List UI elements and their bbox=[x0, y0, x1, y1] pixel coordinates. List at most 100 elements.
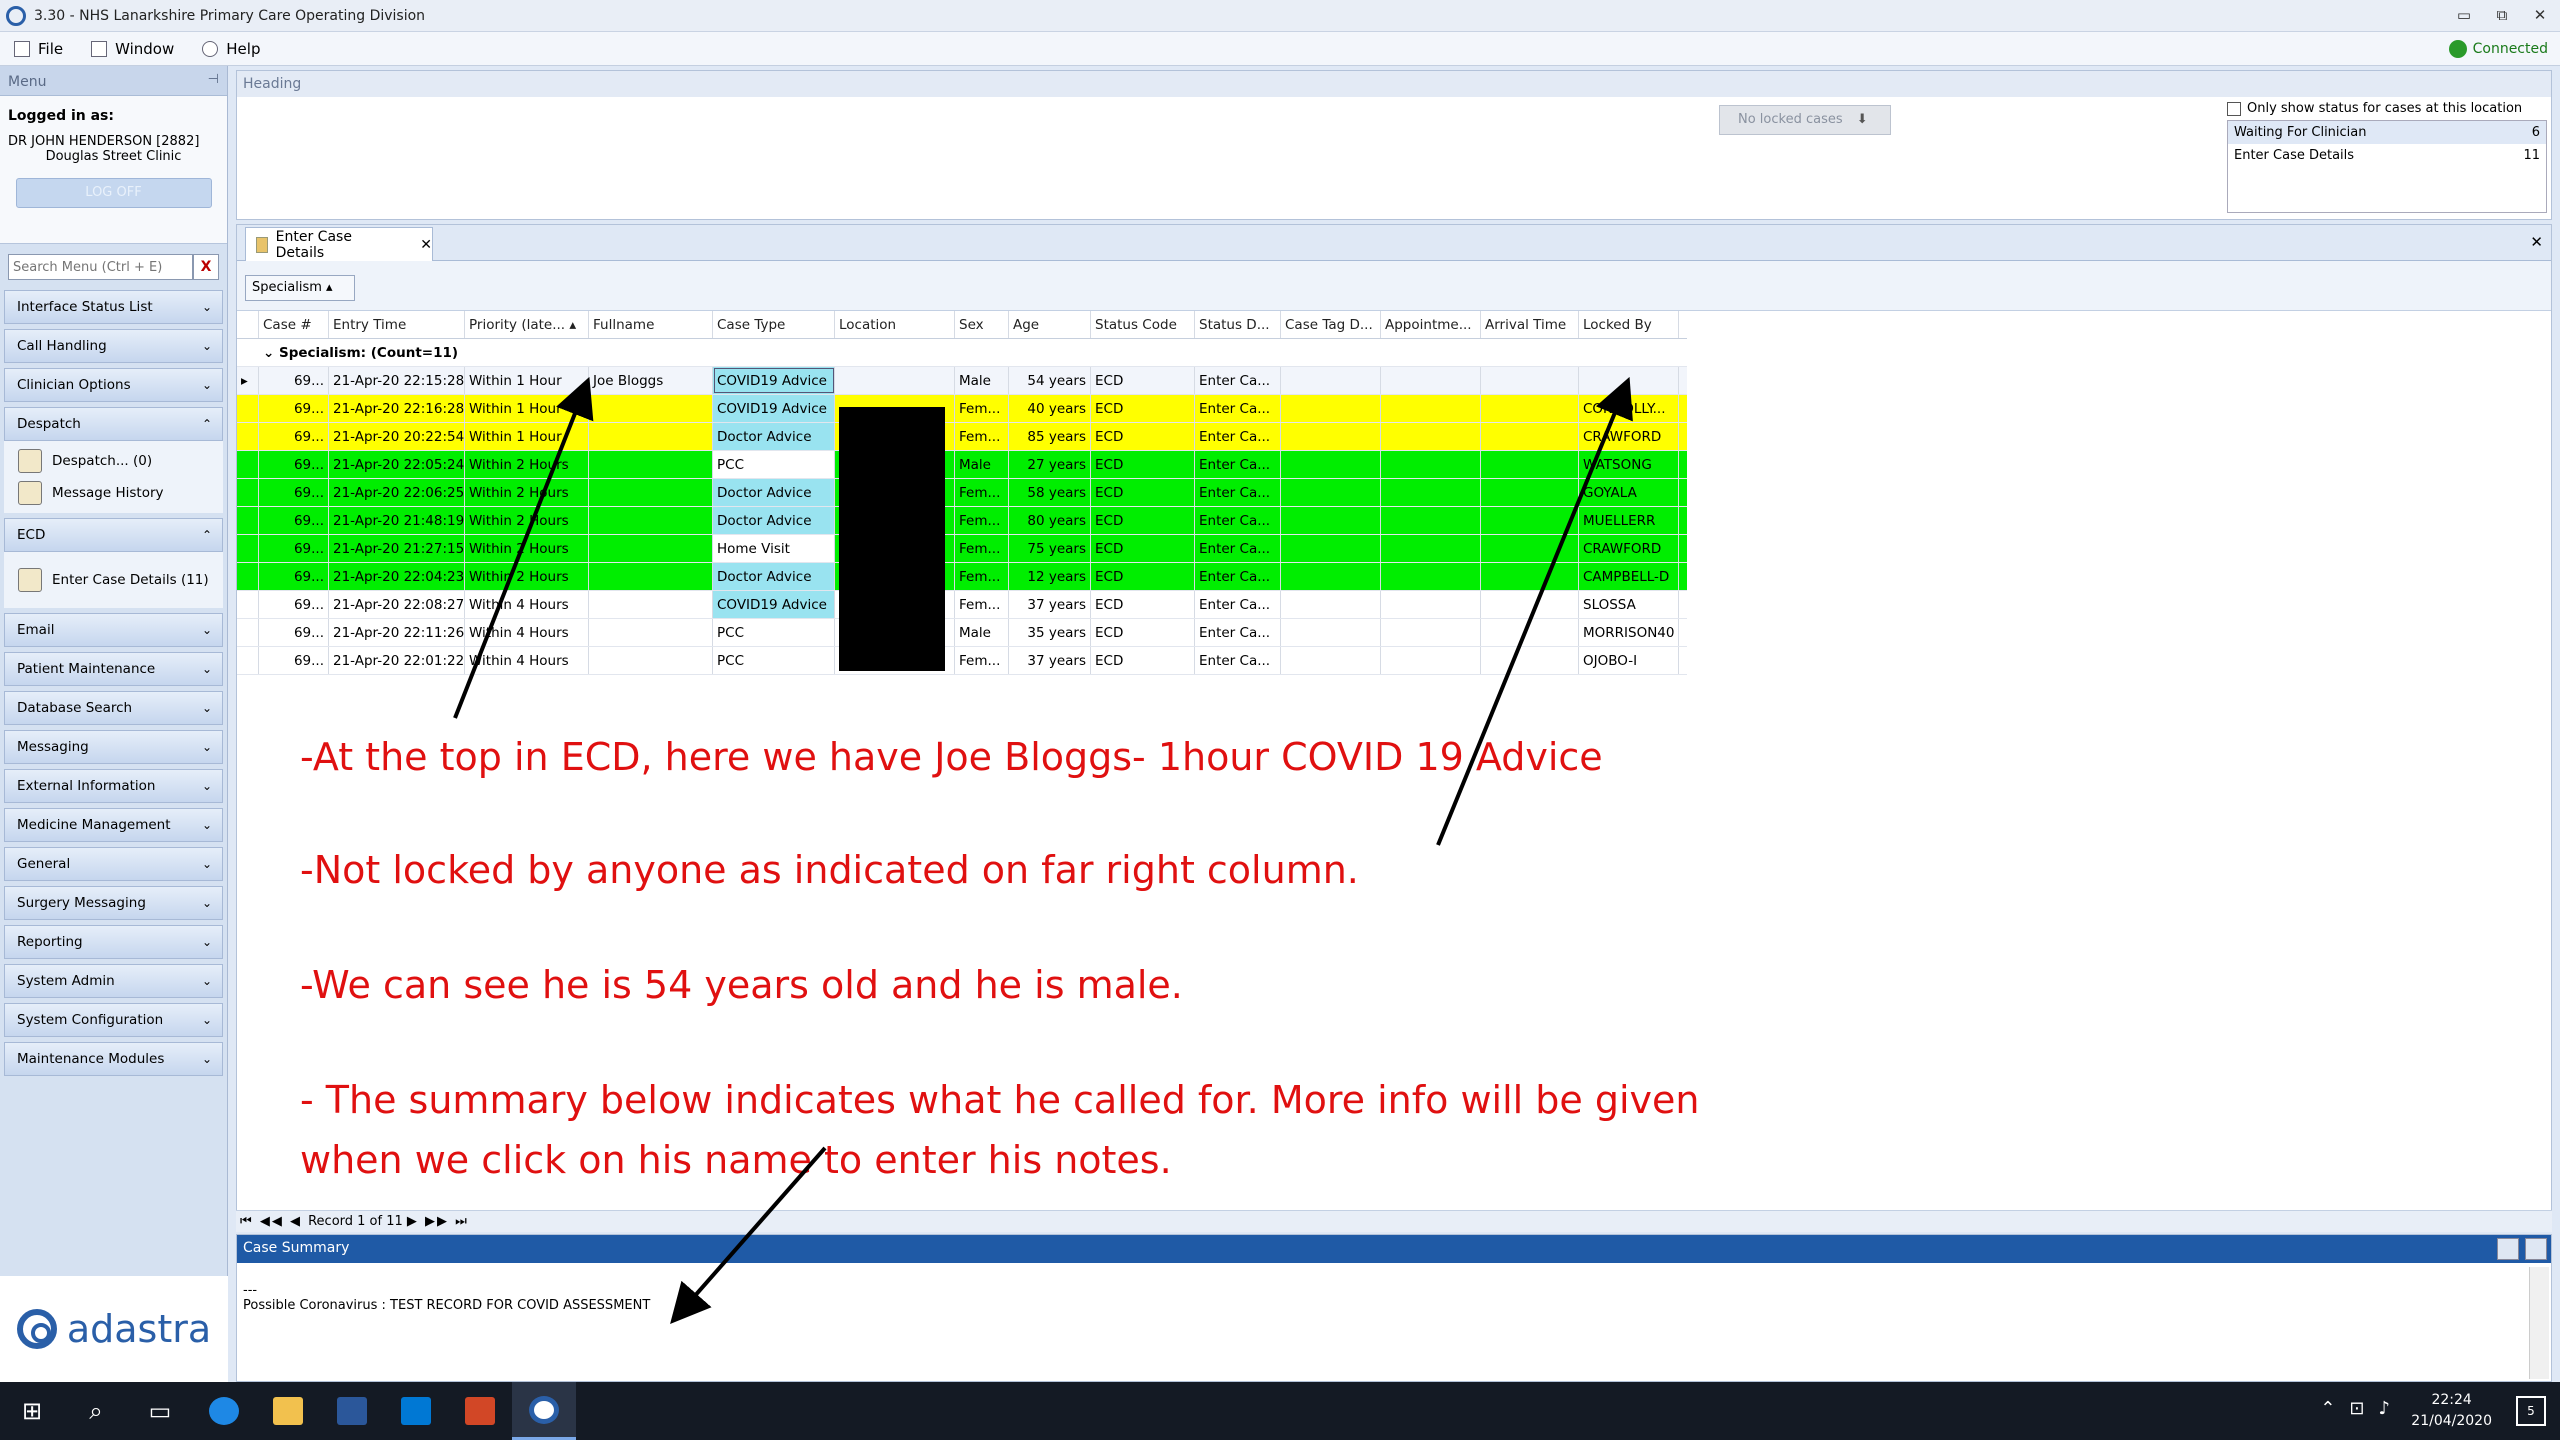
only-show-checkbox[interactable]: Only show status for cases at this locat… bbox=[2227, 101, 2547, 116]
edge-icon[interactable] bbox=[192, 1382, 256, 1440]
group-system-admin[interactable]: System Admin ⌄ bbox=[4, 964, 223, 998]
grid-cell bbox=[1481, 535, 1579, 562]
group-medicine-management[interactable]: Medicine Management ⌄ bbox=[4, 808, 223, 842]
group-database-search[interactable]: Database Search ⌄ bbox=[4, 691, 223, 725]
grid-cell: Male bbox=[955, 367, 1009, 394]
group-reporting[interactable]: Reporting ⌄ bbox=[4, 925, 223, 959]
close-pane-icon[interactable]: ✕ bbox=[2530, 233, 2543, 251]
grid-cell: Enter Ca... bbox=[1195, 535, 1281, 562]
task-view-icon[interactable]: ▭ bbox=[128, 1382, 192, 1440]
column-header[interactable]: Entry Time bbox=[329, 311, 465, 338]
table-row[interactable]: 69... 21-Apr-20 21:27:15 Within 2 Hours Hom… bbox=[237, 535, 1687, 563]
menu-enter-case-details[interactable]: Enter Case Details (11) bbox=[4, 556, 223, 604]
grid-cell: GOYALA bbox=[1579, 479, 1679, 506]
chevron-up-icon: ⌃ bbox=[201, 528, 212, 542]
restore-button[interactable]: ⧉ bbox=[2490, 4, 2514, 26]
column-header[interactable]: Locked By bbox=[1579, 311, 1679, 338]
menu-file[interactable]: File bbox=[14, 40, 63, 58]
group-system-configuration[interactable]: System Configuration ⌄ bbox=[4, 1003, 223, 1037]
column-header[interactable]: Sex bbox=[955, 311, 1009, 338]
menu-despatch[interactable]: Despatch... (0) bbox=[4, 445, 223, 477]
group-surgery-messaging[interactable]: Surgery Messaging ⌄ bbox=[4, 886, 223, 920]
group-despatch[interactable]: Despatch ⌃ bbox=[4, 407, 223, 441]
table-row[interactable]: 69... 21-Apr-20 21:48:19 Within 2 Hours Doc… bbox=[237, 507, 1687, 535]
grid-cell bbox=[589, 591, 713, 618]
column-header[interactable]: Fullname bbox=[589, 311, 713, 338]
specialism-group-chip[interactable]: Specialism ▴ bbox=[245, 275, 355, 301]
column-header[interactable]: Appointme... bbox=[1381, 311, 1481, 338]
menu-help[interactable]: Help bbox=[202, 40, 260, 58]
close-tab-icon[interactable]: ✕ bbox=[420, 237, 432, 253]
table-row[interactable]: 69... 21-Apr-20 20:22:54 Within 1 Hour Doct… bbox=[237, 423, 1687, 451]
column-header[interactable]: Priority (late... ▴ bbox=[465, 311, 589, 338]
group-email[interactable]: Email ⌄ bbox=[4, 613, 223, 647]
taskbar-clock[interactable]: 22:24 21/04/2020 bbox=[2411, 1390, 2492, 1432]
notification-icon[interactable]: 5 bbox=[2516, 1396, 2546, 1426]
column-header[interactable]: Case Tag D... bbox=[1281, 311, 1381, 338]
grid-cell bbox=[1281, 395, 1381, 422]
column-header[interactable]: Case # bbox=[259, 311, 329, 338]
expand-icon[interactable] bbox=[2525, 1238, 2547, 1260]
volume-icon[interactable]: ♪ bbox=[2379, 1398, 2391, 1419]
column-header[interactable]: Age bbox=[1009, 311, 1091, 338]
start-button[interactable]: ⊞ bbox=[0, 1382, 64, 1440]
summary-scrollbar[interactable] bbox=[2529, 1267, 2549, 1379]
adastra-logo: adastra bbox=[0, 1276, 228, 1382]
log-off-button[interactable]: LOG OFF bbox=[15, 178, 212, 208]
group-clinician-options[interactable]: Clinician Options ⌄ bbox=[4, 368, 223, 402]
powerpoint-icon[interactable] bbox=[448, 1382, 512, 1440]
grid-cell: 69... bbox=[259, 423, 329, 450]
menu-window[interactable]: Window bbox=[91, 40, 174, 58]
adastra-taskbar-icon[interactable] bbox=[512, 1382, 576, 1440]
column-header[interactable]: Location bbox=[835, 311, 955, 338]
group-ecd[interactable]: ECD ⌃ bbox=[4, 518, 223, 552]
column-header[interactable]: Status D... bbox=[1195, 311, 1281, 338]
clear-search-button[interactable]: X bbox=[193, 254, 219, 280]
no-locked-cases-button[interactable]: No locked cases ⬇ bbox=[1719, 105, 1891, 135]
system-tray[interactable]: ⌃ ⊡ ♪ bbox=[2320, 1398, 2390, 1419]
help-icon bbox=[202, 40, 219, 57]
network-icon[interactable]: ⊡ bbox=[2349, 1398, 2364, 1419]
nav-buttons-next[interactable]: ▶ ▶▶ ⏭ bbox=[407, 1214, 469, 1229]
table-row[interactable]: 69... 21-Apr-20 22:06:25 Within 2 Hours Doc… bbox=[237, 479, 1687, 507]
table-row[interactable]: 69... 21-Apr-20 22:08:27 Within 4 Hours COV… bbox=[237, 591, 1687, 619]
minimize-button[interactable]: ▭ bbox=[2452, 4, 2476, 26]
word-icon[interactable] bbox=[320, 1382, 384, 1440]
group-interface-status-list[interactable]: Interface Status List ⌄ bbox=[4, 290, 223, 324]
group-messaging[interactable]: Messaging ⌄ bbox=[4, 730, 223, 764]
column-header[interactable]: Case Type bbox=[713, 311, 835, 338]
connected-icon bbox=[2448, 39, 2467, 58]
outlook-icon[interactable] bbox=[384, 1382, 448, 1440]
group-row-specialism[interactable]: ⌄ Specialism: (Count=11) bbox=[237, 339, 1687, 367]
status-row-ecd[interactable]: Enter Case Details 11 bbox=[2228, 144, 2547, 167]
checkbox-icon[interactable] bbox=[2227, 101, 2241, 116]
group-maintenance-modules[interactable]: Maintenance Modules ⌄ bbox=[4, 1042, 223, 1076]
table-row[interactable]: ▸ 69... 21-Apr-20 22:15:28 Within 1 Hour Joe… bbox=[237, 367, 1687, 395]
column-header[interactable]: Status Code bbox=[1091, 311, 1195, 338]
group-external-information[interactable]: External Information ⌄ bbox=[4, 769, 223, 803]
grid-cell: Doctor Advice bbox=[713, 507, 835, 534]
table-row[interactable]: 69... 21-Apr-20 22:01:22 Within 4 Hours PCC… bbox=[237, 647, 1687, 675]
save-icon[interactable] bbox=[2497, 1238, 2519, 1260]
group-general[interactable]: General ⌄ bbox=[4, 847, 223, 881]
table-row[interactable]: 69... 21-Apr-20 22:04:23 Within 2 Hours Doc… bbox=[237, 563, 1687, 591]
table-row[interactable]: 69... 21-Apr-20 22:11:26 Within 4 Hours PCC… bbox=[237, 619, 1687, 647]
grid-cell bbox=[1281, 563, 1381, 590]
pin-icon[interactable]: ⊣ bbox=[208, 72, 219, 87]
menu-message-history[interactable]: Message History bbox=[4, 477, 223, 509]
chevron-up-icon[interactable]: ⌃ bbox=[2320, 1398, 2335, 1419]
table-row[interactable]: 69... 21-Apr-20 22:16:28 Within 1 Hour COVI… bbox=[237, 395, 1687, 423]
close-window-button[interactable]: ✕ bbox=[2528, 4, 2552, 26]
search-icon[interactable]: ⌕ bbox=[64, 1382, 128, 1440]
group-patient-maintenance[interactable]: Patient Maintenance ⌄ bbox=[4, 652, 223, 686]
search-menu-input[interactable] bbox=[8, 254, 193, 280]
grid-cell: Doctor Advice bbox=[713, 563, 835, 590]
nav-buttons[interactable]: ⏮ ◀◀ ◀ bbox=[240, 1214, 308, 1229]
status-row-waiting[interactable]: Waiting For Clinician 6 bbox=[2227, 120, 2547, 144]
table-row[interactable]: 69... 21-Apr-20 22:05:24 Within 2 Hours PCC… bbox=[237, 451, 1687, 479]
collapse-icon[interactable]: ⌄ bbox=[263, 345, 279, 361]
column-header[interactable]: Arrival Time bbox=[1481, 311, 1579, 338]
file-explorer-icon[interactable] bbox=[256, 1382, 320, 1440]
group-call-handling[interactable]: Call Handling ⌄ bbox=[4, 329, 223, 363]
tab-enter-case-details[interactable]: Enter Case Details ✕ bbox=[245, 227, 433, 261]
